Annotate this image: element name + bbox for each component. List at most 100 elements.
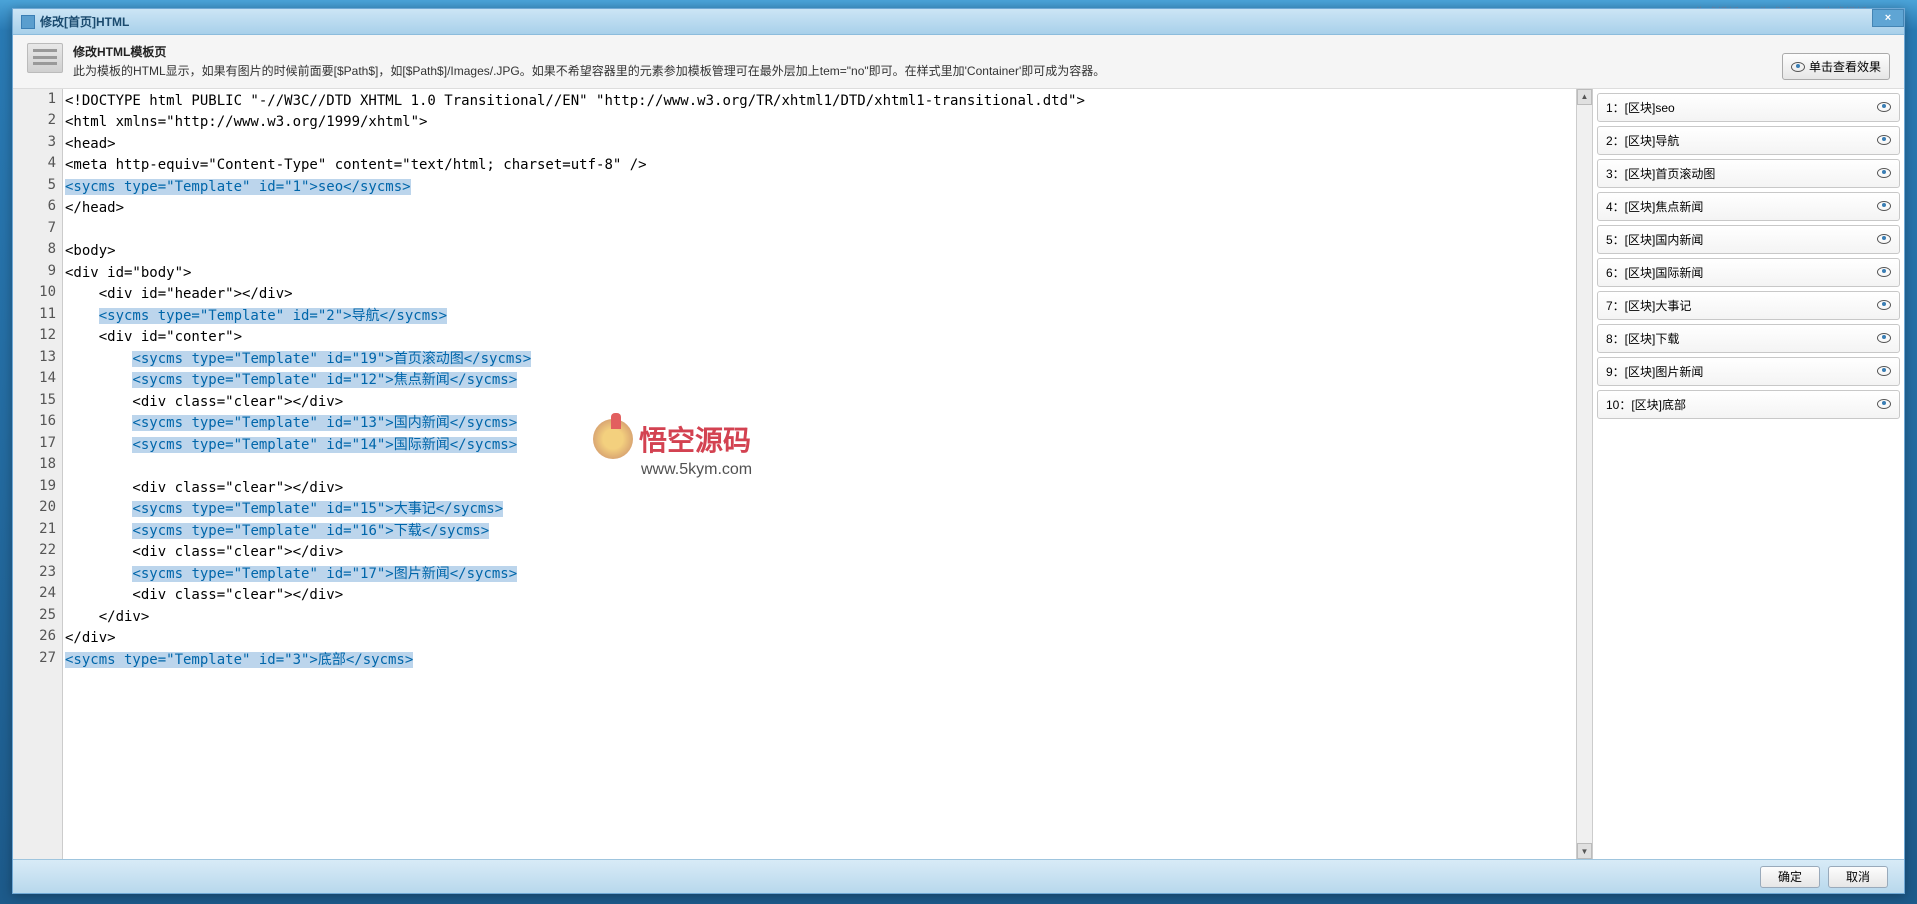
block-item[interactable]: 6：[区块]国际新闻 bbox=[1597, 258, 1900, 287]
code-line[interactable]: <html xmlns="http://www.w3.org/1999/xhtm… bbox=[65, 112, 1592, 134]
ok-button[interactable]: 确定 bbox=[1760, 866, 1820, 888]
line-number: 17 bbox=[13, 435, 62, 457]
block-item[interactable]: 2：[区块]导航 bbox=[1597, 126, 1900, 155]
line-number: 7 bbox=[13, 220, 62, 242]
block-label: 9：[区块]图片新闻 bbox=[1606, 363, 1703, 380]
block-item[interactable]: 4：[区块]焦点新闻 bbox=[1597, 192, 1900, 221]
block-label: 2：[区块]导航 bbox=[1606, 132, 1679, 149]
code-line[interactable]: <sycms type="Template" id="2">导航</sycms> bbox=[65, 306, 1592, 328]
close-button[interactable]: × bbox=[1872, 9, 1904, 27]
line-number: 15 bbox=[13, 392, 62, 414]
line-number: 8 bbox=[13, 241, 62, 263]
line-number: 19 bbox=[13, 478, 62, 500]
eye-icon[interactable] bbox=[1877, 201, 1891, 211]
info-text: 修改HTML模板页 此为模板的HTML显示，如果有图片的时候前面要[$Path$… bbox=[73, 43, 1890, 80]
code-line[interactable]: <body> bbox=[65, 241, 1592, 263]
code-line[interactable]: <sycms type="Template" id="3">底部</sycms> bbox=[65, 650, 1592, 672]
code-line[interactable]: <sycms type="Template" id="13">国内新闻</syc… bbox=[65, 413, 1592, 435]
preview-button[interactable]: 单击查看效果 bbox=[1782, 53, 1890, 80]
block-item[interactable]: 3：[区块]首页滚动图 bbox=[1597, 159, 1900, 188]
dialog: 修改[首页]HTML × 修改HTML模板页 此为模板的HTML显示，如果有图片… bbox=[12, 8, 1905, 894]
line-number: 22 bbox=[13, 542, 62, 564]
code-line[interactable] bbox=[65, 220, 1592, 242]
eye-icon[interactable] bbox=[1877, 234, 1891, 244]
scroll-down-button[interactable]: ▼ bbox=[1577, 843, 1592, 859]
line-number: 26 bbox=[13, 628, 62, 650]
dialog-titlebar[interactable]: 修改[首页]HTML × bbox=[13, 9, 1904, 35]
code-line[interactable]: <sycms type="Template" id="14">国际新闻</syc… bbox=[65, 435, 1592, 457]
code-line[interactable]: <!DOCTYPE html PUBLIC "-//W3C//DTD XHTML… bbox=[65, 91, 1592, 113]
line-number: 25 bbox=[13, 607, 62, 629]
line-number: 20 bbox=[13, 499, 62, 521]
line-number: 3 bbox=[13, 134, 62, 156]
code-line[interactable]: <div class="clear"></div> bbox=[65, 392, 1592, 414]
block-item[interactable]: 1：[区块]seo bbox=[1597, 93, 1900, 122]
eye-icon bbox=[1791, 62, 1805, 72]
line-number: 21 bbox=[13, 521, 62, 543]
dialog-title: 修改[首页]HTML bbox=[40, 13, 129, 30]
code-line[interactable]: <sycms type="Template" id="12">焦点新闻</syc… bbox=[65, 370, 1592, 392]
code-line[interactable]: <sycms type="Template" id="15">大事记</sycm… bbox=[65, 499, 1592, 521]
line-number: 10 bbox=[13, 284, 62, 306]
block-item[interactable]: 7：[区块]大事记 bbox=[1597, 291, 1900, 320]
line-number: 13 bbox=[13, 349, 62, 371]
cancel-button[interactable]: 取消 bbox=[1828, 866, 1888, 888]
code-area[interactable]: <!DOCTYPE html PUBLIC "-//W3C//DTD XHTML… bbox=[63, 89, 1592, 859]
code-line[interactable]: <div id="header"></div> bbox=[65, 284, 1592, 306]
code-line[interactable]: <div id="conter"> bbox=[65, 327, 1592, 349]
code-line[interactable]: <sycms type="Template" id="17">图片新闻</syc… bbox=[65, 564, 1592, 586]
line-number: 11 bbox=[13, 306, 62, 328]
line-number: 24 bbox=[13, 585, 62, 607]
eye-icon[interactable] bbox=[1877, 366, 1891, 376]
code-line[interactable]: </div> bbox=[65, 628, 1592, 650]
eye-icon[interactable] bbox=[1877, 300, 1891, 310]
code-line[interactable]: <sycms type="Template" id="16">下载</sycms… bbox=[65, 521, 1592, 543]
line-number: 27 bbox=[13, 650, 62, 672]
line-number: 1 bbox=[13, 91, 62, 113]
dialog-content: 1234567891011121314151617181920212223242… bbox=[13, 89, 1904, 859]
block-item[interactable]: 8：[区块]下载 bbox=[1597, 324, 1900, 353]
code-line[interactable]: <div id="body"> bbox=[65, 263, 1592, 285]
eye-icon[interactable] bbox=[1877, 267, 1891, 277]
line-number: 16 bbox=[13, 413, 62, 435]
code-line[interactable]: <sycms type="Template" id="1">seo</sycms… bbox=[65, 177, 1592, 199]
code-line[interactable] bbox=[65, 456, 1592, 478]
eye-icon[interactable] bbox=[1877, 168, 1891, 178]
info-title: 修改HTML模板页 bbox=[73, 43, 1890, 60]
code-line[interactable]: <div class="clear"></div> bbox=[65, 585, 1592, 607]
eye-icon[interactable] bbox=[1877, 399, 1891, 409]
code-line[interactable]: </head> bbox=[65, 198, 1592, 220]
scroll-up-button[interactable]: ▲ bbox=[1577, 89, 1592, 105]
block-item[interactable]: 5：[区块]国内新闻 bbox=[1597, 225, 1900, 254]
code-editor[interactable]: 1234567891011121314151617181920212223242… bbox=[13, 89, 1593, 859]
block-item[interactable]: 10：[区块]底部 bbox=[1597, 390, 1900, 419]
window-icon bbox=[21, 15, 35, 29]
code-line[interactable]: <div class="clear"></div> bbox=[65, 478, 1592, 500]
line-gutter: 1234567891011121314151617181920212223242… bbox=[13, 89, 63, 859]
line-number: 2 bbox=[13, 112, 62, 134]
block-label: 10：[区块]底部 bbox=[1606, 396, 1686, 413]
preview-label: 单击查看效果 bbox=[1809, 58, 1881, 75]
line-number: 12 bbox=[13, 327, 62, 349]
dialog-footer: 确定 取消 bbox=[13, 859, 1904, 893]
code-line[interactable]: <head> bbox=[65, 134, 1592, 156]
block-label: 1：[区块]seo bbox=[1606, 99, 1675, 116]
code-line[interactable]: </div> bbox=[65, 607, 1592, 629]
close-icon: × bbox=[1885, 12, 1891, 24]
code-line[interactable]: <meta http-equiv="Content-Type" content=… bbox=[65, 155, 1592, 177]
eye-icon[interactable] bbox=[1877, 135, 1891, 145]
eye-icon[interactable] bbox=[1877, 102, 1891, 112]
block-label: 6：[区块]国际新闻 bbox=[1606, 264, 1703, 281]
vertical-scrollbar[interactable]: ▲ ▼ bbox=[1576, 89, 1592, 859]
line-number: 23 bbox=[13, 564, 62, 586]
info-bar: 修改HTML模板页 此为模板的HTML显示，如果有图片的时候前面要[$Path$… bbox=[13, 35, 1904, 89]
line-number: 9 bbox=[13, 263, 62, 285]
block-label: 7：[区块]大事记 bbox=[1606, 297, 1691, 314]
line-number: 6 bbox=[13, 198, 62, 220]
code-line[interactable]: <sycms type="Template" id="19">首页滚动图</sy… bbox=[65, 349, 1592, 371]
block-item[interactable]: 9：[区块]图片新闻 bbox=[1597, 357, 1900, 386]
code-line[interactable]: <div class="clear"></div> bbox=[65, 542, 1592, 564]
block-label: 4：[区块]焦点新闻 bbox=[1606, 198, 1703, 215]
line-number: 14 bbox=[13, 370, 62, 392]
eye-icon[interactable] bbox=[1877, 333, 1891, 343]
